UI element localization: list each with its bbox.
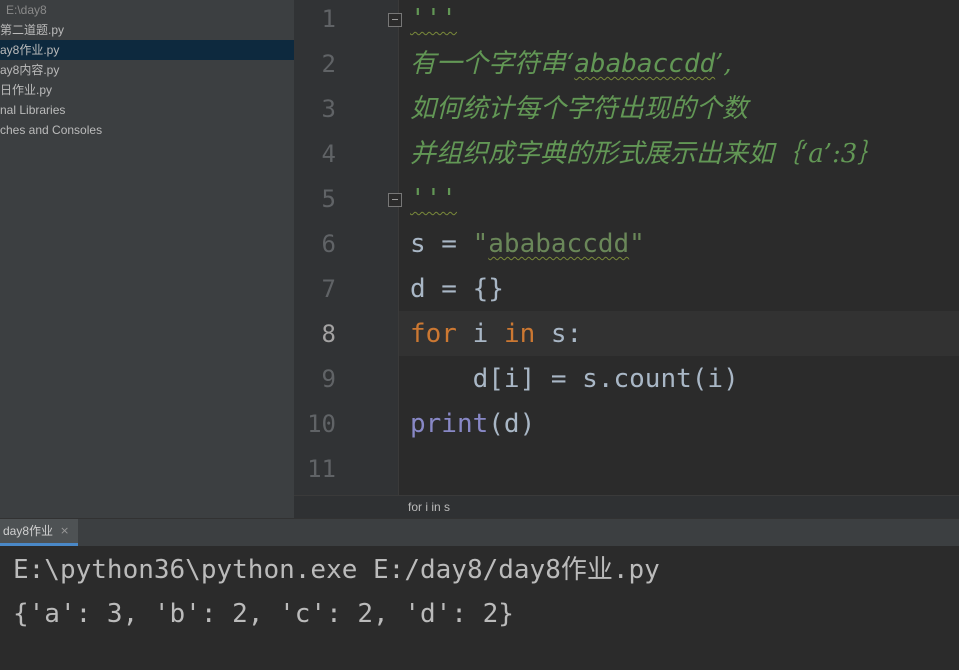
tree-item-external-libraries[interactable]: nal Libraries: [0, 100, 294, 120]
code-token: d = {}: [410, 274, 504, 304]
string-token: ababaccdd: [488, 229, 630, 259]
code-line-6: s = "ababaccdd": [410, 222, 645, 267]
code-token: s:: [535, 319, 583, 349]
builtin-token: print: [410, 409, 489, 439]
line-number: 5: [321, 185, 336, 213]
docstring-quote: ''': [410, 184, 457, 214]
tree-root-path[interactable]: E:\day8: [0, 0, 294, 20]
line-number-gutter: 1 2 3 4 5 6 7 8 9 10 11: [294, 0, 399, 495]
run-tab-label: day8作业: [3, 524, 54, 538]
docstring-text: 有一个字符串‘: [410, 49, 575, 79]
run-tab-bar: day8作业 ×: [0, 518, 959, 546]
breadcrumb[interactable]: for i in s: [408, 496, 450, 519]
code-token: d[i] = s.count(i): [410, 364, 739, 394]
line-number: 11: [307, 455, 336, 483]
console-command-line: E:\python36\python.exe E:/day8/day8作业.py: [13, 555, 660, 585]
breadcrumb-bar: for i in s: [294, 495, 959, 518]
docstring-text: 如何统计每个字符出现的个数: [410, 94, 749, 124]
close-icon[interactable]: ×: [60, 519, 69, 543]
line-number: 6: [321, 230, 336, 258]
string-token: ": [472, 229, 489, 259]
code-line-9: d[i] = s.count(i): [410, 357, 739, 402]
docstring-text: 并组织成字典的形式展示出来如｛‘a’:3｝: [410, 139, 884, 169]
code-token: (d): [488, 409, 536, 439]
console-output-line: {'a': 3, 'b': 2, 'c': 2, 'd': 2}: [13, 599, 514, 629]
code-line-10: print(d): [410, 402, 535, 447]
code-line-4: 并组织成字典的形式展示出来如｛‘a’:3｝: [410, 132, 883, 177]
docstring-quote: ''': [410, 4, 457, 34]
tree-item-file[interactable]: ay8内容.py: [0, 60, 294, 80]
docstring-text: ababaccdd: [574, 49, 716, 79]
project-tree: E:\day8 第二道题.py ay8作业.py ay8内容.py 日作业.py…: [0, 0, 294, 518]
code-editor[interactable]: 1 2 3 4 5 6 7 8 9 10 11 ''' 有一个字符串‘ababa…: [294, 0, 959, 495]
code-token: i: [456, 319, 504, 349]
line-number: 1: [321, 5, 336, 33]
line-number: 4: [321, 140, 336, 168]
docstring-text: ’,: [715, 49, 732, 79]
string-token: ": [629, 229, 645, 259]
code-line-5: ''': [410, 177, 457, 222]
run-console[interactable]: E:\python36\python.exe E:/day8/day8作业.py…: [0, 546, 959, 670]
keyword-token: in: [503, 319, 536, 349]
code-line-3: 如何统计每个字符出现的个数: [410, 87, 748, 132]
keyword-token: for: [410, 319, 457, 349]
tree-item-scratches[interactable]: ches and Consoles: [0, 120, 294, 140]
line-number: 7: [321, 275, 336, 303]
code-line-2: 有一个字符串‘ababaccdd’,: [410, 42, 732, 87]
line-number: 10: [307, 410, 336, 438]
fold-toggle-icon[interactable]: [388, 13, 402, 27]
tree-item-file[interactable]: 第二道题.py: [0, 20, 294, 40]
tree-item-file-selected[interactable]: ay8作业.py: [0, 40, 294, 60]
line-number: 9: [321, 365, 336, 393]
code-line-1: ''': [410, 0, 457, 42]
code-line-8: for i in s:: [410, 312, 582, 357]
tree-item-file[interactable]: 日作业.py: [0, 80, 294, 100]
code-token: s =: [410, 229, 473, 259]
code-line-7: d = {}: [410, 267, 504, 312]
line-number-current: 8: [321, 320, 336, 348]
run-tab[interactable]: day8作业 ×: [0, 519, 78, 546]
fold-toggle-icon[interactable]: [388, 193, 402, 207]
line-number: 2: [321, 50, 336, 78]
line-number: 3: [321, 95, 336, 123]
